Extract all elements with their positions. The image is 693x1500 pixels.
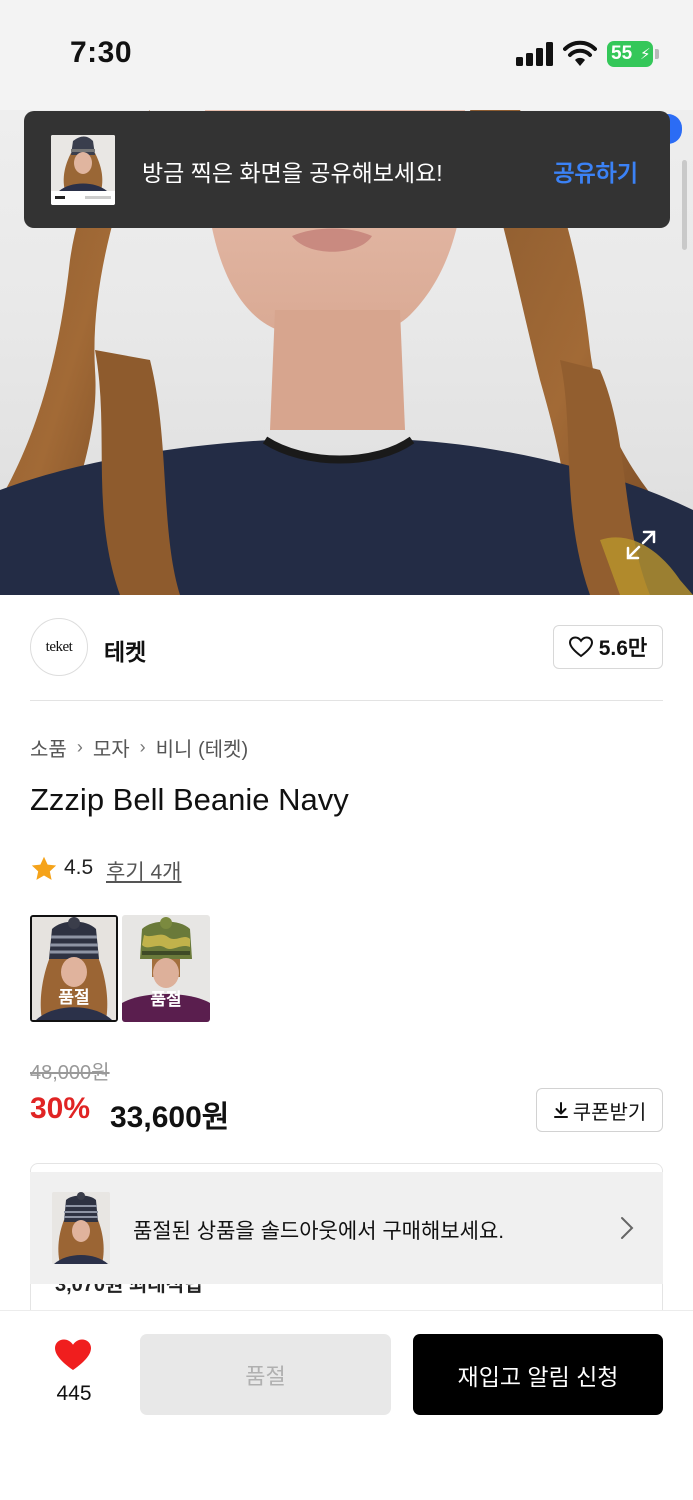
- battery-icon: 55 ⚡: [607, 41, 659, 67]
- brand-like-button[interactable]: 5.6만: [553, 625, 663, 669]
- breadcrumb-item[interactable]: 모자: [93, 733, 130, 762]
- product-title: Zzzip Bell Beanie Navy: [30, 782, 349, 817]
- wish-count: 445: [56, 1382, 92, 1405]
- chevron-right-icon: ›: [139, 737, 146, 757]
- screenshot-share-toast: 방금 찍은 화면을 공유해보세요! 공유하기: [24, 111, 670, 228]
- chevron-right-icon: [621, 1217, 634, 1239]
- review-link[interactable]: 후기 4개: [106, 856, 181, 886]
- battery-level: 55: [611, 43, 633, 64]
- expand-icon[interactable]: [624, 528, 658, 562]
- discount-rate: 30%: [30, 1092, 91, 1125]
- sold-out-label: 품절: [58, 988, 90, 1007]
- color-option-camo[interactable]: 품절: [122, 915, 210, 1022]
- sale-price: 33,600원: [110, 1101, 230, 1134]
- soldout-resale-banner[interactable]: 품절된 상품을 솔드아웃에서 구매해보세요.: [30, 1172, 663, 1284]
- download-icon: [553, 1102, 568, 1118]
- brand-like-count: 5.6만: [598, 637, 648, 660]
- rating-value: 4.5: [64, 856, 94, 879]
- cellular-signal-icon: [516, 42, 554, 66]
- divider: [30, 700, 663, 701]
- status-bar: 7:30 55 ⚡: [0, 0, 693, 110]
- coupon-button[interactable]: 쿠폰받기: [536, 1088, 663, 1132]
- sold-out-label: 품절: [150, 990, 182, 1009]
- brand-logo[interactable]: teket: [30, 618, 88, 676]
- heart-outline-icon: [568, 636, 593, 658]
- original-price: 48,000원: [30, 1062, 110, 1084]
- breadcrumb-item[interactable]: 소품: [30, 733, 67, 762]
- coupon-label: 쿠폰받기: [572, 1101, 647, 1124]
- banner-message: 품절된 상품을 솔드아웃에서 구매해보세요.: [133, 1220, 505, 1243]
- restock-alert-button[interactable]: 재입고 알림 신청: [413, 1334, 663, 1415]
- breadcrumb-item[interactable]: 비니 (테켓): [156, 733, 248, 762]
- status-time: 7:30: [70, 36, 133, 69]
- color-option-navy[interactable]: 품절: [30, 915, 118, 1022]
- brand-name[interactable]: 테켓: [104, 633, 146, 667]
- star-icon: [31, 856, 57, 880]
- wifi-icon: [563, 40, 597, 66]
- soldout-button[interactable]: 품절: [140, 1334, 391, 1415]
- brand-logo-text: teket: [45, 638, 73, 655]
- toast-message: 방금 찍은 화면을 공유해보세요!: [142, 160, 443, 186]
- screenshot-thumbnail[interactable]: [51, 135, 115, 205]
- chevron-right-icon: ›: [76, 737, 83, 757]
- banner-thumbnail: [52, 1192, 110, 1264]
- heart-filled-icon[interactable]: [54, 1338, 92, 1372]
- breadcrumb: 소품 › 모자 › 비니 (테켓): [30, 733, 248, 762]
- share-button[interactable]: 공유하기: [553, 154, 638, 188]
- scroll-indicator: [682, 160, 687, 250]
